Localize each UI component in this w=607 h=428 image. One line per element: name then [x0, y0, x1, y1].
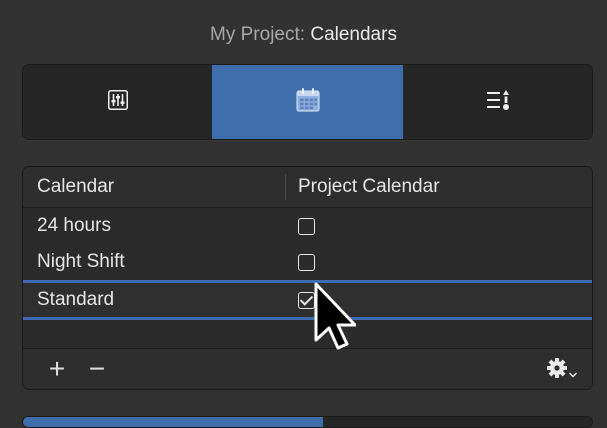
segment-calendars[interactable]: [212, 65, 402, 139]
gear-menu-button[interactable]: [546, 357, 578, 384]
list-sort-icon: [485, 89, 511, 116]
table-header: Calendar Project Calendar: [23, 167, 592, 208]
sliders-icon: [107, 89, 128, 115]
segment-list[interactable]: [402, 65, 592, 139]
calendar-name: Standard: [37, 289, 115, 310]
calendars-table-panel: Calendar Project Calendar 24 hours Night…: [22, 166, 593, 390]
table-row[interactable]: 24 hours: [23, 208, 592, 244]
segment-settings[interactable]: [23, 65, 212, 139]
table-row[interactable]: Night Shift: [23, 244, 592, 280]
calendar-name: Night Shift: [37, 251, 125, 272]
column-header-calendar[interactable]: Calendar: [23, 176, 285, 198]
title-prefix: My Project:: [210, 24, 306, 45]
table-footer: + −: [23, 348, 592, 389]
remove-calendar-button[interactable]: −: [77, 349, 117, 389]
column-header-project-calendar[interactable]: Project Calendar: [286, 176, 440, 198]
add-calendar-button[interactable]: +: [37, 349, 77, 389]
view-segmented-control: [22, 64, 593, 140]
calendar-icon: [294, 86, 322, 119]
table-row-selected[interactable]: Standard: [23, 280, 592, 320]
calendar-name: 24 hours: [37, 215, 111, 236]
mouse-cursor-icon: [312, 282, 357, 359]
next-panel-accent: [23, 417, 323, 427]
gear-icon: [546, 357, 568, 384]
title-main: Calendars: [310, 24, 397, 45]
next-panel-edge: [22, 416, 593, 428]
project-calendar-checkbox[interactable]: [298, 253, 315, 271]
window-title: My Project: Calendars: [0, 24, 607, 46]
project-calendar-checkbox[interactable]: [298, 217, 315, 235]
chevron-down-icon: [568, 366, 578, 384]
